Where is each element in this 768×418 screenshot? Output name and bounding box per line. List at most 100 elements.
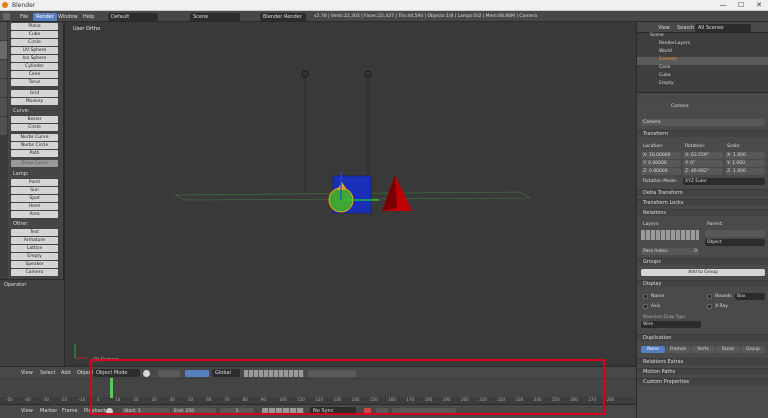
draw-curve-button[interactable]: Draw Curve bbox=[11, 160, 58, 167]
name-checkbox[interactable] bbox=[643, 294, 648, 299]
add-nurbs-circle-button[interactable]: Nurbs Circle bbox=[11, 142, 58, 149]
add-cone-button[interactable]: Cone bbox=[11, 71, 58, 78]
tab-relations[interactable] bbox=[0, 60, 7, 78]
dup-group-button[interactable]: Group bbox=[741, 346, 765, 353]
menu-render[interactable]: Render bbox=[33, 13, 57, 21]
add-plane-button[interactable]: Plane bbox=[11, 23, 58, 30]
properties-tabs[interactable] bbox=[637, 92, 768, 101]
tl-menu-view[interactable]: View bbox=[18, 407, 36, 415]
add-empty-button[interactable]: Empty bbox=[11, 253, 58, 260]
location-x-field[interactable]: X: 10.00000 bbox=[641, 152, 681, 159]
pass-index-field[interactable]: Pass Index: 0 bbox=[641, 248, 699, 255]
outliner-filter-select[interactable]: All Scenes bbox=[695, 24, 751, 32]
tab-grease-pencil[interactable] bbox=[0, 117, 7, 135]
add-area-lamp-button[interactable]: Area bbox=[11, 211, 58, 218]
rotation-y-field[interactable]: Y: 0° bbox=[683, 160, 723, 167]
bounds-checkbox[interactable] bbox=[707, 294, 712, 299]
location-z-field[interactable]: Z: 0.00000 bbox=[641, 168, 681, 175]
panel-motion-paths[interactable]: Motion Paths bbox=[637, 368, 768, 375]
add-monkey-button[interactable]: Monkey bbox=[11, 98, 58, 105]
object-name-field[interactable]: Camera bbox=[641, 119, 765, 126]
add-sun-lamp-button[interactable]: Sun bbox=[11, 187, 58, 194]
panel-relations-extras[interactable]: Relations Extras bbox=[637, 358, 768, 365]
menu-window[interactable]: Window bbox=[55, 13, 81, 21]
xray-checkbox[interactable] bbox=[707, 304, 712, 309]
render-engine-select[interactable]: Blender Render bbox=[260, 13, 306, 21]
scale-z-field[interactable]: Z: 1.000 bbox=[725, 168, 765, 175]
outliner-item[interactable]: Camera bbox=[637, 57, 768, 65]
vp-menu-select[interactable]: Select bbox=[37, 369, 58, 377]
tab-tools[interactable] bbox=[0, 22, 7, 40]
tl-menu-marker[interactable]: Marker bbox=[37, 407, 60, 415]
panel-groups[interactable]: Groups bbox=[637, 258, 768, 265]
add-armature-button[interactable]: Armature bbox=[11, 237, 58, 244]
screen-layout-select[interactable]: Default bbox=[108, 13, 158, 21]
add-ico-sphere-button[interactable]: Ico Sphere bbox=[11, 55, 58, 62]
panel-custom-properties[interactable]: Custom Properties bbox=[637, 378, 768, 385]
minimize-icon[interactable]: — bbox=[716, 0, 730, 11]
outliner-item[interactable]: Scene bbox=[637, 33, 768, 41]
max-draw-select[interactable]: Wire bbox=[641, 321, 701, 328]
add-torus-button[interactable]: Torus bbox=[11, 79, 58, 86]
outliner-item[interactable]: World bbox=[637, 49, 768, 57]
add-lattice-button[interactable]: Lattice bbox=[11, 245, 58, 252]
menu-file[interactable]: File bbox=[17, 13, 31, 21]
tab-animation[interactable] bbox=[0, 79, 7, 97]
add-nurbs-curve-button[interactable]: Nurbs Curve bbox=[11, 134, 58, 141]
add-curve-circle-button[interactable]: Circle bbox=[11, 124, 58, 131]
add-point-lamp-button[interactable]: Point bbox=[11, 179, 58, 186]
panel-display[interactable]: Display bbox=[637, 280, 768, 287]
panel-duplication[interactable]: Duplication bbox=[637, 334, 768, 341]
axis-checkbox[interactable] bbox=[643, 304, 648, 309]
panel-transform-locks[interactable]: Transform Locks bbox=[637, 199, 768, 206]
rotation-z-field[interactable]: Z: 46.692° bbox=[683, 168, 723, 175]
add-to-group-button[interactable]: Add to Group bbox=[641, 269, 765, 276]
tl-menu-frame[interactable]: Frame bbox=[59, 407, 81, 415]
add-cube-button[interactable]: Cube bbox=[11, 31, 58, 38]
outliner-menu-search[interactable]: Search bbox=[674, 24, 697, 32]
3d-viewport[interactable]: User Ortho (1) Camera bbox=[64, 22, 636, 366]
close-icon[interactable]: ✕ bbox=[752, 0, 766, 11]
operator-title[interactable]: Operator bbox=[4, 282, 26, 288]
add-cylinder-button[interactable]: Cylinder bbox=[11, 63, 58, 70]
dup-frames-button[interactable]: Frames bbox=[666, 346, 690, 353]
add-uv-sphere-button[interactable]: UV Sphere bbox=[11, 47, 58, 54]
parent-type-select[interactable]: Object bbox=[705, 239, 765, 246]
outliner-item[interactable]: RenderLayers bbox=[637, 41, 768, 49]
parent-field[interactable] bbox=[705, 230, 765, 237]
add-bezier-button[interactable]: Bezier bbox=[11, 116, 58, 123]
tab-create[interactable] bbox=[0, 41, 7, 59]
add-circle-button[interactable]: Circle bbox=[11, 39, 58, 46]
add-speaker-button[interactable]: Speaker bbox=[11, 261, 58, 268]
layer-grid[interactable] bbox=[641, 230, 699, 240]
rotation-x-field[interactable]: X: 63.559° bbox=[683, 152, 723, 159]
editor-type-icon[interactable] bbox=[3, 13, 10, 20]
add-spot-lamp-button[interactable]: Spot bbox=[11, 195, 58, 202]
panel-transform[interactable]: Transform bbox=[637, 130, 768, 137]
vp-menu-view[interactable]: View bbox=[18, 369, 36, 377]
menu-help[interactable]: Help bbox=[80, 13, 97, 21]
outliner-menu-view[interactable]: View bbox=[655, 24, 673, 32]
panel-relations[interactable]: Relations bbox=[637, 209, 768, 216]
add-grid-button[interactable]: Grid bbox=[11, 90, 58, 97]
bounds-type-select[interactable]: Box bbox=[735, 293, 765, 300]
vp-menu-add[interactable]: Add bbox=[58, 369, 74, 377]
dup-faces-button[interactable]: Faces bbox=[716, 346, 740, 353]
outliner-item[interactable]: Cube bbox=[637, 73, 768, 81]
add-text-button[interactable]: Text bbox=[11, 229, 58, 236]
add-hemi-lamp-button[interactable]: Hemi bbox=[11, 203, 58, 210]
dup-verts-button[interactable]: Verts bbox=[691, 346, 715, 353]
scale-y-field[interactable]: Y: 1.000 bbox=[725, 160, 765, 167]
add-camera-button[interactable]: Camera bbox=[11, 269, 58, 276]
rotation-mode-select[interactable]: XYZ Euler bbox=[683, 178, 765, 185]
maximize-icon[interactable]: ☐ bbox=[734, 0, 748, 11]
outliner-item[interactable]: Empty bbox=[637, 81, 768, 89]
add-path-button[interactable]: Path bbox=[11, 150, 58, 157]
tab-physics[interactable] bbox=[0, 98, 7, 116]
scale-x-field[interactable]: X: 1.000 bbox=[725, 152, 765, 159]
outliner-item[interactable]: Cone bbox=[637, 65, 768, 73]
panel-delta-transform[interactable]: Delta Transform bbox=[637, 189, 768, 196]
location-y-field[interactable]: Y: 0.00000 bbox=[641, 160, 681, 167]
dup-none-button[interactable]: None bbox=[641, 346, 665, 353]
scene-select[interactable]: Scene bbox=[190, 13, 240, 21]
